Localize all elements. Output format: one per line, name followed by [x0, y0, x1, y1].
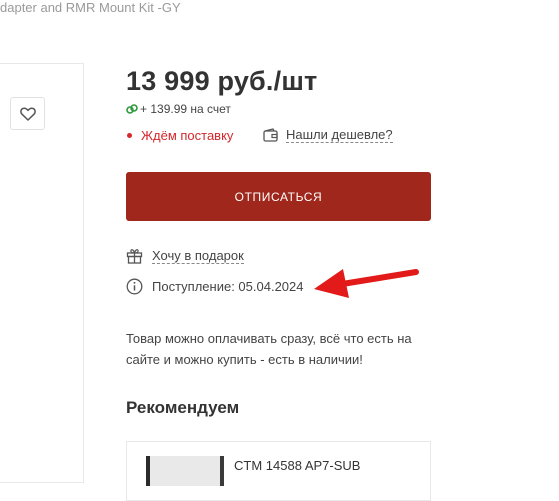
product-description: Товар можно оплачивать сразу, всё что ес…: [126, 331, 412, 367]
gift-link-label[interactable]: Хочу в подарок: [152, 248, 244, 264]
bonus-points: + 139.99 на счет: [126, 102, 231, 116]
bonus-text: + 139.99 на счет: [140, 102, 231, 116]
recommended-product-name[interactable]: CTM 14588 AP7-SUB: [234, 458, 360, 473]
stock-status-text: Ждём поставку: [141, 128, 234, 143]
product-price: 13 999 руб./шт: [126, 66, 318, 96]
found-cheaper-link[interactable]: Нашли дешевле?: [263, 127, 393, 143]
arrival-date: Поступление: 05.04.2024: [126, 278, 304, 295]
recommended-product-image[interactable]: [146, 456, 224, 486]
favorite-button[interactable]: [10, 97, 45, 130]
product-title: dapter and RMR Mount Kit -GY: [0, 0, 181, 15]
unsubscribe-button[interactable]: ОТПИСАТЬСЯ: [126, 172, 431, 221]
gift-icon: [126, 249, 143, 264]
annotation-arrow: [314, 269, 419, 298]
coin-icon: [126, 104, 138, 114]
heart-icon: [19, 107, 36, 121]
stock-status: Ждём поставку: [126, 128, 233, 143]
recommended-heading: Рекомендуем: [126, 398, 240, 417]
status-dot: [127, 133, 132, 138]
arrival-date-text: Поступление: 05.04.2024: [152, 279, 304, 294]
found-cheaper-label[interactable]: Нашли дешевле?: [286, 127, 393, 143]
gift-link[interactable]: Хочу в подарок: [126, 248, 244, 264]
wallet-icon: [263, 128, 278, 142]
info-icon: [126, 278, 143, 295]
